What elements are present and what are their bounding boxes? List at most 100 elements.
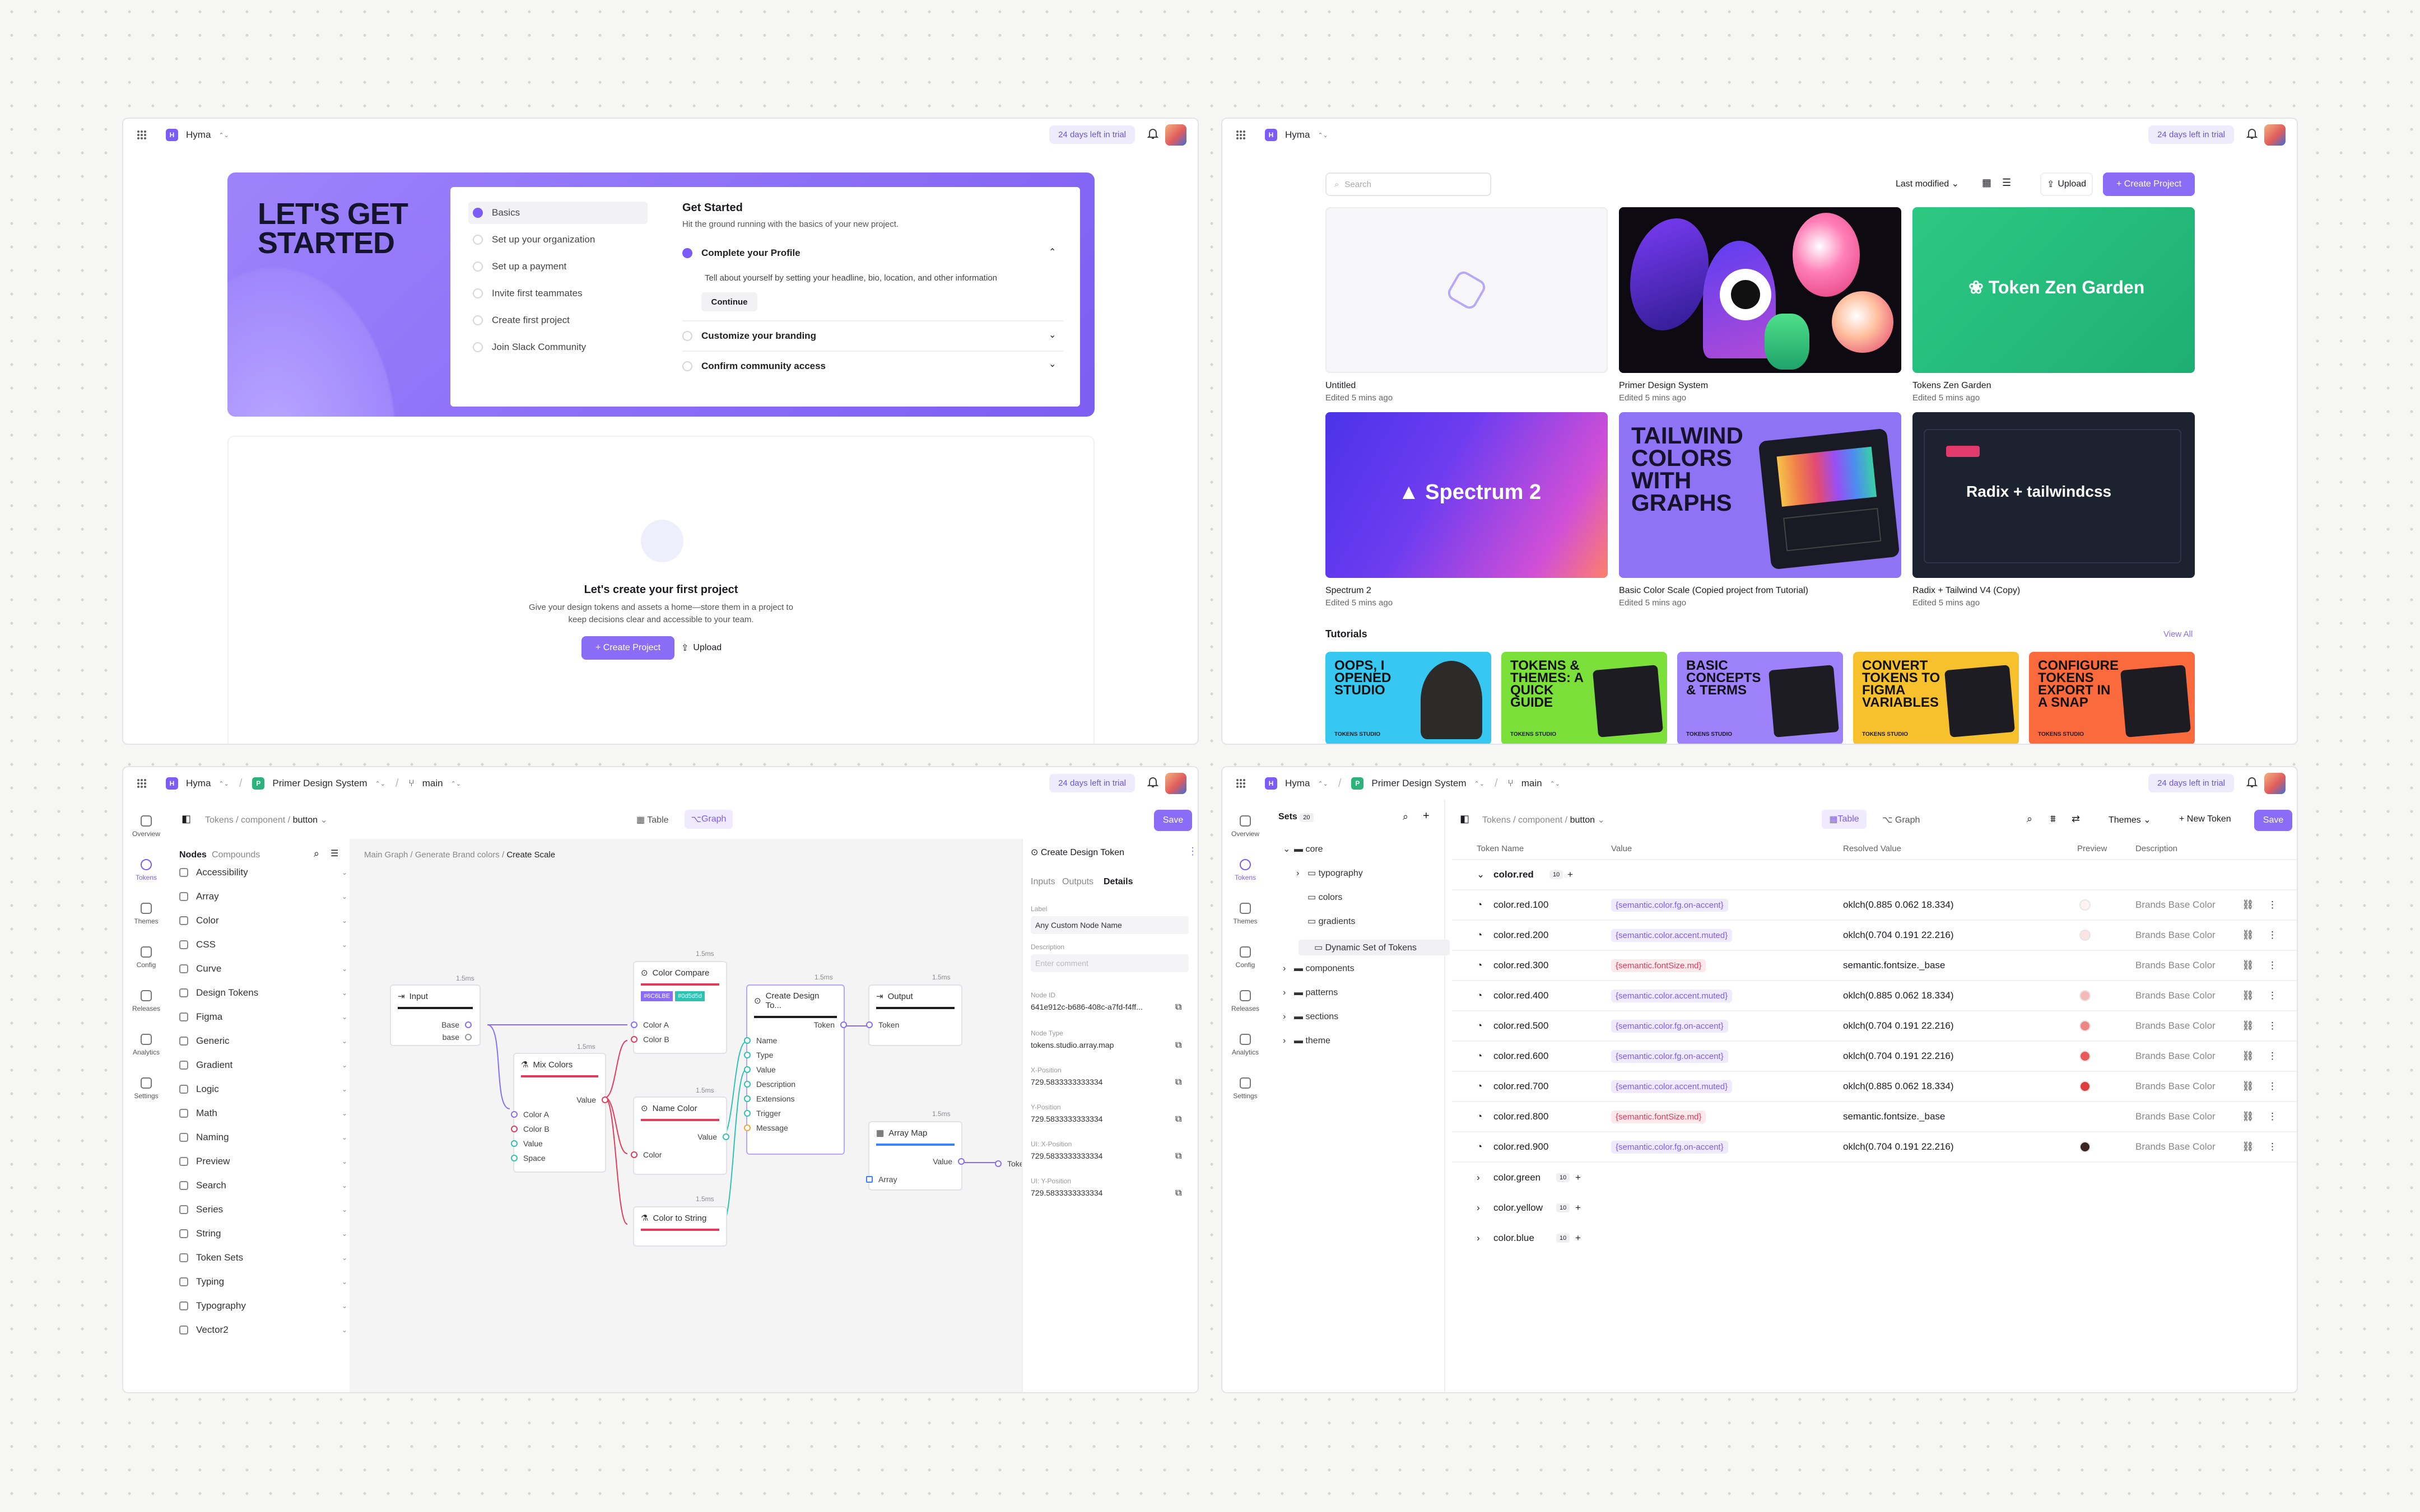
step-first-project[interactable]: Create first project [473, 315, 570, 326]
link-icon[interactable]: ⛓ [2242, 1081, 2254, 1092]
tutorial-card[interactable]: CONVERT TOKENS TO FIGMA VARIABLES TOKENS… [1853, 652, 2019, 744]
view-all-link[interactable]: View All [2163, 629, 2193, 639]
link-icon[interactable]: ⛓ [2242, 1051, 2254, 1062]
token-value[interactable]: {semantic.color.fg.on-accent} [1611, 1019, 1728, 1033]
tab-details[interactable]: Details [1104, 877, 1133, 887]
link-icon[interactable]: ⛓ [2242, 960, 2254, 971]
search-icon[interactable]: ⌕ [1403, 811, 1408, 823]
token-value[interactable]: {semantic.color.fg.on-accent} [1611, 1140, 1728, 1154]
sort-icon[interactable]: ⇄ [2072, 813, 2080, 825]
token-value[interactable]: {semantic.color.accent.muted} [1611, 1080, 1733, 1093]
view-graph-tab[interactable]: ⌥ Graph [1882, 814, 1920, 825]
port-dot[interactable] [631, 1151, 637, 1158]
sort-dropdown[interactable]: Last modified ⌄ [1896, 178, 1959, 189]
set-tree-item[interactable]: › ▬ sections [1283, 1012, 1338, 1022]
table-row[interactable]: ◔ color.red.100 {semantic.color.fg.on-acce… [1452, 890, 2297, 921]
list-view-icon[interactable]: ☰ [2002, 177, 2011, 189]
chevron-down-icon[interactable]: ⌄ [1049, 358, 1056, 370]
port-dot[interactable] [744, 1052, 751, 1058]
bell-icon[interactable] [2246, 776, 2258, 788]
port-dot[interactable] [631, 1021, 637, 1028]
table-row[interactable]: ◔ color.red.500 {semantic.color.fg.on-acce… [1452, 1011, 2297, 1042]
set-tree-item[interactable]: › ▭ typography [1296, 867, 1363, 879]
more-icon[interactable]: ⋮ [2268, 1111, 2277, 1122]
add-icon[interactable]: + [1575, 1233, 1581, 1244]
more-icon[interactable]: ⋮ [2268, 1141, 2277, 1152]
project-card-untitled[interactable] [1325, 207, 1608, 373]
link-icon[interactable]: ⛓ [2242, 899, 2254, 911]
avatar[interactable] [2264, 124, 2286, 146]
token-value[interactable]: {semantic.color.fg.on-accent} [1611, 898, 1728, 912]
step-organization[interactable]: Set up your organization [473, 234, 595, 245]
chevron-up-icon[interactable]: ⌃ [1049, 246, 1056, 258]
more-icon[interactable]: ⋮ [2268, 899, 2277, 911]
copy-icon[interactable]: ⧉ [1175, 1151, 1181, 1161]
branch-name[interactable]: main [1521, 778, 1542, 789]
step-payment[interactable]: Set up a payment [473, 261, 566, 272]
project-card-radix[interactable]: Radix + tailwindcss [1912, 412, 2195, 578]
token-value[interactable]: {semantic.color.accent.muted} [1611, 928, 1733, 942]
save-button[interactable]: Save [2254, 810, 2292, 831]
add-icon[interactable]: + [1575, 1202, 1581, 1214]
nav-releases[interactable]: Releases [1222, 990, 1268, 1012]
tab-outputs[interactable]: Outputs [1062, 877, 1093, 887]
step-basics[interactable]: Basics [473, 207, 520, 218]
copy-icon[interactable]: ⧉ [1175, 1188, 1181, 1198]
accordion-profile[interactable]: Complete your Profile [682, 248, 801, 259]
add-icon[interactable]: + [1575, 1172, 1581, 1183]
tutorial-card[interactable]: OOPS, I OPENED STUDIO TOKENS STUDIO [1325, 652, 1491, 744]
port-dot[interactable] [511, 1140, 518, 1147]
group-row[interactable]: › color.green 10 + [1452, 1163, 2297, 1193]
node-color-to-string[interactable]: ⚗ Color to String [633, 1206, 727, 1247]
chevron-down-icon[interactable]: ⌄ [1049, 329, 1056, 340]
set-tree-item[interactable]: › ▬ patterns [1283, 988, 1338, 998]
upload-button[interactable]: ⇪ Upload [2040, 172, 2093, 196]
port-dot[interactable] [744, 1081, 751, 1088]
accordion-branding[interactable]: Customize your branding [682, 330, 816, 342]
view-table-tab[interactable]: ▦ Table [1822, 810, 1867, 829]
nav-settings[interactable]: Settings [1222, 1077, 1268, 1100]
create-project-button[interactable]: + Create Project [581, 636, 674, 660]
chevron-down-icon[interactable]: ⌃⌄ [1474, 780, 1484, 787]
node-array-map[interactable]: ▦ Array Map Value Array [866, 1121, 965, 1191]
tutorial-card[interactable]: TOKENS & THEMES: A QUICK GUIDE TOKENS ST… [1501, 652, 1667, 744]
project-card-primer[interactable] [1619, 207, 1901, 373]
port-dot[interactable] [511, 1155, 518, 1161]
themes-dropdown[interactable]: Themes ⌄ [2109, 814, 2151, 825]
project-card-tailwind[interactable]: TAILWIND COLORS WITH GRAPHS [1619, 412, 1901, 578]
description-field[interactable]: Description Enter comment [1031, 943, 1189, 972]
more-icon[interactable]: ⋮ [2268, 1020, 2277, 1032]
table-row[interactable]: ◔ color.red.600 {semantic.color.fg.on-acce… [1452, 1042, 2297, 1072]
copy-icon[interactable]: ⧉ [1175, 1077, 1181, 1088]
chevron-down-icon[interactable]: ⌃⌄ [1318, 132, 1328, 139]
nav-analytics[interactable]: Analytics [1222, 1034, 1268, 1056]
accordion-community[interactable]: Confirm community access [682, 361, 826, 372]
port-dot[interactable] [744, 1110, 751, 1117]
node-color-compare[interactable]: ⊙ Color Compare #6C6LBE #0d5d5d Color A Co… [631, 961, 727, 1054]
search-input[interactable]: ⌕ Search [1325, 172, 1491, 196]
step-slack[interactable]: Join Slack Community [473, 342, 586, 353]
more-icon[interactable]: ⋮ [2268, 960, 2277, 971]
bell-icon[interactable] [1147, 128, 1158, 140]
table-row[interactable]: ◔ color.red.700 {semantic.color.accent.mut… [1452, 1072, 2297, 1102]
filter-icon[interactable]: ⩩ [2050, 813, 2056, 825]
node-create-design-token[interactable]: ⊙ Create Design To... Token Name Type Val… [744, 984, 847, 1155]
table-row[interactable]: ◔ color.red.800 {semantic.fontSize.md} sema… [1452, 1102, 2297, 1132]
tab-inputs[interactable]: Inputs [1031, 877, 1055, 887]
step-teammates[interactable]: Invite first teammates [473, 288, 583, 299]
tutorial-card[interactable]: BASIC CONCEPTS & TERMS TOKENS STUDIO [1677, 652, 1843, 744]
port-dot[interactable] [744, 1095, 751, 1102]
token-value[interactable]: {semantic.color.accent.muted} [1611, 989, 1733, 1002]
avatar[interactable] [2264, 773, 2286, 794]
set-tree-item[interactable]: ⌄ ▬ core [1283, 843, 1323, 855]
project-card-spectrum[interactable]: ▲ Spectrum 2 [1325, 412, 1608, 578]
port-dot[interactable] [511, 1126, 518, 1132]
copy-icon[interactable]: ⧉ [1175, 1040, 1181, 1051]
trial-badge[interactable]: 24 days left in trial [1049, 125, 1135, 144]
node-mix-colors[interactable]: ⚗ Mix Colors Value Color A Color B Value … [511, 1053, 608, 1173]
port-dot[interactable] [995, 1160, 1002, 1167]
port-dot[interactable] [511, 1111, 518, 1118]
set-tree-item[interactable]: ▭ gradients [1296, 916, 1355, 927]
link-icon[interactable]: ⛓ [2242, 1020, 2254, 1032]
offscreen-port[interactable]: Toke [995, 1159, 1024, 1168]
